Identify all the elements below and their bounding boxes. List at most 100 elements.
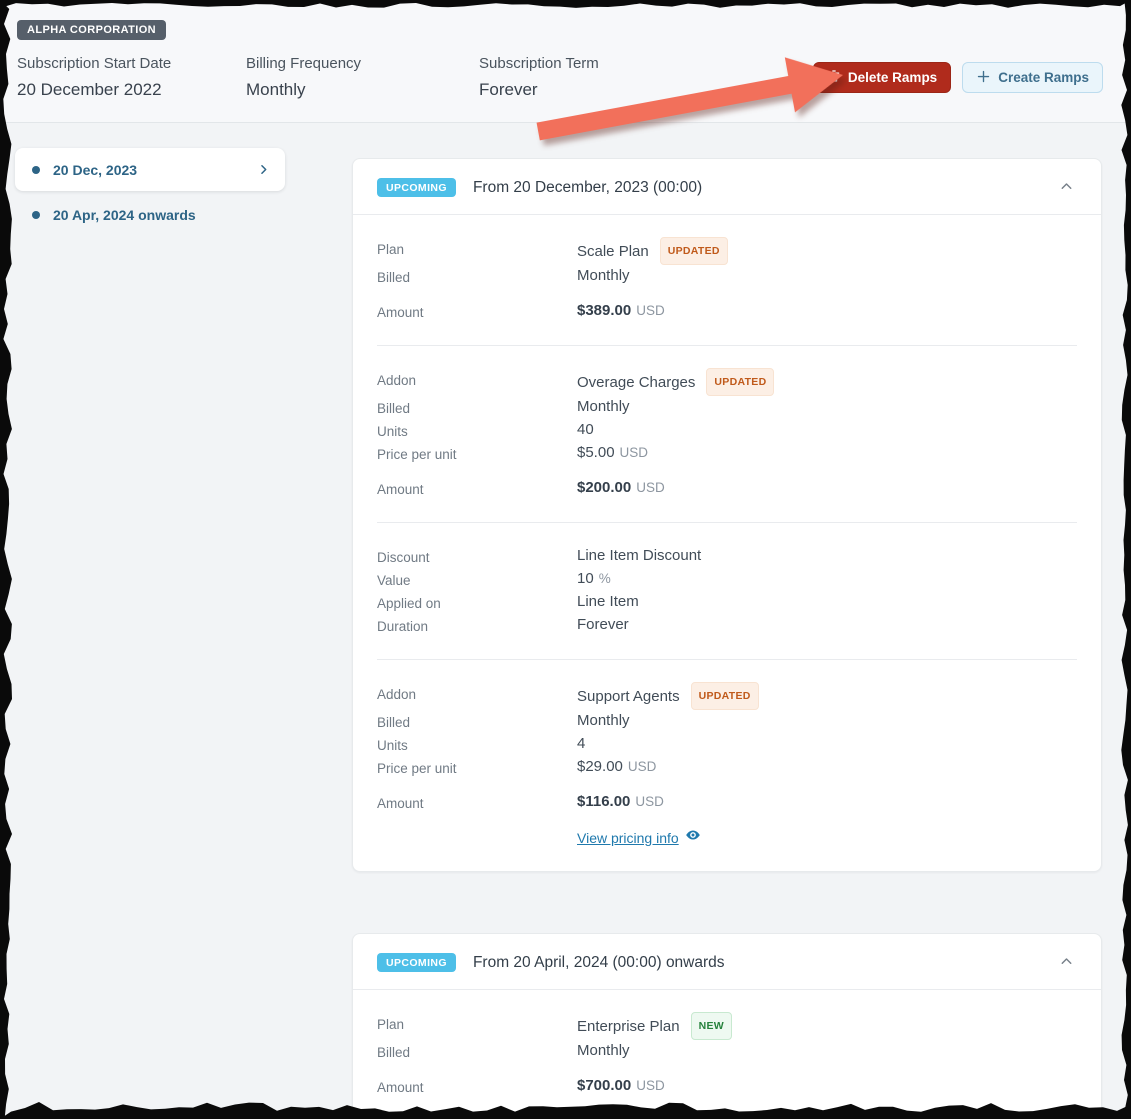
row-value: 10% <box>577 568 611 589</box>
view-pricing-link[interactable]: View pricing info <box>577 827 701 849</box>
collapse-button[interactable] <box>1056 176 1077 200</box>
line-item-section: AddonOverage ChargesUPDATEDBilledMonthly… <box>377 345 1077 522</box>
row-value: 4 <box>577 733 585 754</box>
updated-badge: UPDATED <box>706 368 774 396</box>
detail-row: Amount$700.00USD <box>377 1075 1077 1098</box>
row-value-text: Enterprise Plan <box>577 1016 680 1037</box>
chevron-right-icon <box>256 162 271 177</box>
row-value: 40 <box>577 419 594 440</box>
row-label: Billed <box>377 265 577 288</box>
row-label: Units <box>377 419 577 442</box>
detail-row: Amount$200.00USD <box>377 477 1077 500</box>
header-field: Billing FrequencyMonthly <box>246 55 479 100</box>
updated-badge: UPDATED <box>660 237 728 265</box>
row-label: Plan <box>377 237 577 260</box>
row-value: Forever <box>577 614 629 635</box>
row-value-text: $29.00 <box>577 756 623 777</box>
row-label: Amount <box>377 300 577 323</box>
field-value: Forever <box>479 80 599 100</box>
ramp-card-header: UPCOMINGFrom 20 April, 2024 (00:00) onwa… <box>353 934 1101 990</box>
row-label: Duration <box>377 614 577 637</box>
row-label: Units <box>377 733 577 756</box>
detail-row: AddonOverage ChargesUPDATED <box>377 368 1077 396</box>
sidebar-item-20-dec-2023[interactable]: 20 Dec, 2023 <box>15 148 285 191</box>
row-value: Scale Plan UPDATED <box>577 237 728 265</box>
field-label: Subscription Start Date <box>17 55 246 72</box>
row-value-text: 4 <box>577 733 585 754</box>
row-value-text: Line Item Discount <box>577 545 701 566</box>
ramp-card: UPCOMINGFrom 20 April, 2024 (00:00) onwa… <box>352 933 1102 1119</box>
ramp-card-title: From 20 April, 2024 (00:00) onwards <box>473 954 725 972</box>
row-value: $200.00USD <box>577 477 665 498</box>
currency-label: USD <box>636 477 665 498</box>
company-badge: ALPHA CORPORATION <box>17 20 166 40</box>
collapse-button[interactable] <box>1056 951 1077 975</box>
row-value: $700.00USD <box>577 1075 665 1096</box>
row-value-text: Monthly <box>577 1040 630 1061</box>
delete-ramps-button[interactable]: Delete Ramps <box>813 62 951 93</box>
sidebar-item-label: 20 Apr, 2024 onwards <box>53 207 196 223</box>
detail-row: PlanEnterprise Plan NEW <box>377 1012 1077 1040</box>
field-value: Monthly <box>246 80 479 100</box>
row-label: Billed <box>377 396 577 419</box>
plus-icon <box>976 69 991 87</box>
view-pricing-label: View pricing info <box>577 828 679 849</box>
row-value: Enterprise Plan NEW <box>577 1012 732 1040</box>
row-value: $116.00USD <box>577 791 664 812</box>
row-value: Monthly <box>577 710 630 731</box>
row-value-text: Support Agents <box>577 686 680 707</box>
row-label: Amount <box>377 1075 577 1098</box>
bullet-icon <box>32 211 40 219</box>
row-value-text: Monthly <box>577 710 630 731</box>
row-value-text: Scale Plan <box>577 241 649 262</box>
detail-row: Price per unit$29.00USD <box>377 756 1077 779</box>
detail-row: DiscountLine Item Discount <box>377 545 1077 568</box>
create-ramps-label: Create Ramps <box>998 70 1089 85</box>
row-value: Line Item <box>577 591 639 612</box>
row-value-text: $200.00 <box>577 477 631 498</box>
row-value-text: 40 <box>577 419 594 440</box>
detail-row: BilledMonthly <box>377 396 1077 419</box>
row-value-text: Forever <box>577 614 629 635</box>
row-value-text: $5.00 <box>577 442 615 463</box>
row-value: Monthly <box>577 1040 630 1061</box>
sidebar-item-20-apr-2024-onwards[interactable]: 20 Apr, 2024 onwards <box>15 200 285 230</box>
line-item-section: PlanScale PlanUPDATEDBilledMonthlyAmount… <box>377 215 1077 345</box>
new-badge: NEW <box>691 1012 732 1040</box>
row-value: $389.00USD <box>577 300 665 321</box>
row-value: Overage ChargesUPDATED <box>577 368 774 396</box>
delete-ramps-label: Delete Ramps <box>848 70 937 85</box>
row-label: Addon <box>377 368 577 391</box>
currency-label: USD <box>620 442 649 463</box>
row-label: Price per unit <box>377 442 577 465</box>
ramp-card-header: UPCOMINGFrom 20 December, 2023 (00:00) <box>353 159 1101 215</box>
detail-row: DurationForever <box>377 614 1077 637</box>
row-value-text: $389.00 <box>577 300 631 321</box>
row-label: Plan <box>377 1012 577 1035</box>
row-label: Amount <box>377 477 577 500</box>
detail-row: Value10% <box>377 568 1077 591</box>
row-value: $29.00USD <box>577 756 656 777</box>
header-field: Subscription TermForever <box>479 55 599 100</box>
row-value-text: $700.00 <box>577 1075 631 1096</box>
row-label: Billed <box>377 710 577 733</box>
row-label: Billed <box>377 1040 577 1063</box>
chevron-up-icon <box>1058 953 1075 973</box>
detail-row: AddonSupport AgentsUPDATED <box>377 682 1077 710</box>
updated-badge: UPDATED <box>691 682 759 710</box>
row-value-text: Monthly <box>577 396 630 417</box>
bullet-icon <box>32 166 40 174</box>
row-value: Monthly <box>577 265 630 286</box>
row-value-text: Monthly <box>577 265 630 286</box>
detail-row: PlanScale Plan UPDATED <box>377 237 1077 265</box>
header-field: Subscription Start Date20 December 2022 <box>17 55 246 100</box>
detail-row: Amount$389.00USD <box>377 300 1077 323</box>
row-label: Amount <box>377 791 577 814</box>
row-label: Price per unit <box>377 756 577 779</box>
create-ramps-button[interactable]: Create Ramps <box>962 62 1103 93</box>
line-item-section: DiscountLine Item DiscountValue10%Applie… <box>377 522 1077 659</box>
row-value: $5.00USD <box>577 442 648 463</box>
currency-label: USD <box>628 756 657 777</box>
eye-icon <box>685 827 701 849</box>
currency-label: USD <box>636 300 665 321</box>
